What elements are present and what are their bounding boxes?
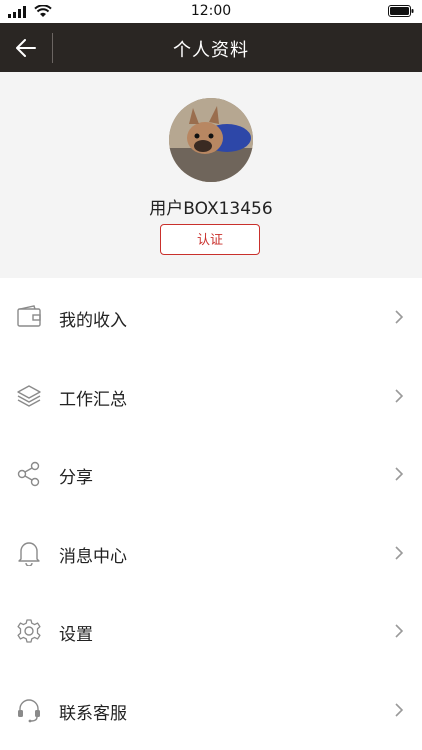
avatar[interactable] [169, 98, 253, 182]
menu-item-settings[interactable]: 设置 [0, 592, 422, 671]
menu-label: 消息中心 [59, 546, 127, 567]
status-bar: 12:00 [0, 0, 422, 23]
profile-header: 用户BOX13456 认证 [0, 72, 422, 278]
bell-icon [18, 542, 40, 566]
chevron-right-icon [395, 310, 404, 324]
verify-button[interactable]: 认证 [160, 224, 260, 255]
chevron-right-icon [395, 703, 404, 717]
status-right [388, 5, 414, 21]
layers-icon [17, 384, 41, 407]
menu-item-income[interactable]: 我的收入 [0, 278, 422, 357]
menu-label: 分享 [59, 468, 93, 489]
menu-label: 联系客服 [59, 703, 127, 724]
username: 用户BOX13456 [149, 199, 273, 219]
menu-list: 我的收入 工作汇总 分享 消息中心 设置 联系客服 [0, 278, 422, 750]
chevron-right-icon [395, 624, 404, 638]
battery-icon [388, 5, 414, 17]
wallet-icon [17, 305, 41, 327]
menu-item-share[interactable]: 分享 [0, 435, 422, 514]
menu-label: 设置 [59, 625, 93, 646]
menu-item-messages[interactable]: 消息中心 [0, 514, 422, 593]
chevron-right-icon [395, 467, 404, 481]
menu-item-customer-service[interactable]: 联系客服 [0, 671, 422, 750]
status-time: 12:00 [190, 3, 232, 19]
avatar-photo [169, 98, 253, 182]
share-icon [17, 461, 40, 487]
page-title: 个人资料 [173, 40, 249, 61]
chevron-right-icon [395, 389, 404, 403]
gear-icon [17, 619, 41, 644]
headset-icon [18, 699, 40, 723]
nav-bar: 个人资料 [0, 23, 422, 72]
menu-label: 我的收入 [59, 311, 127, 331]
menu-item-work-summary[interactable]: 工作汇总 [0, 357, 422, 436]
menu-label: 工作汇总 [59, 389, 127, 410]
chevron-right-icon [395, 546, 404, 560]
